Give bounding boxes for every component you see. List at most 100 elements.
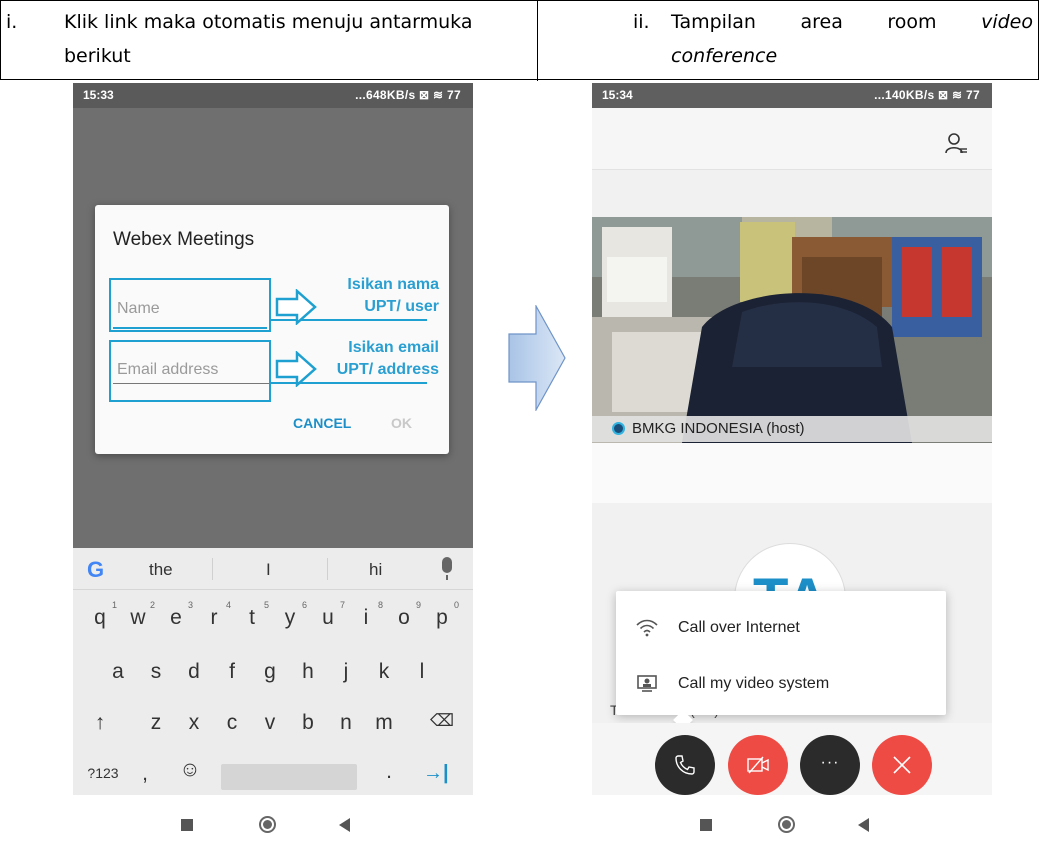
key[interactable]: v bbox=[253, 711, 287, 735]
android-nav-bar bbox=[73, 795, 473, 859]
instruction-table: i. Klik link maka otomatis menuju antarm… bbox=[0, 0, 1039, 81]
dialog-title: Webex Meetings bbox=[113, 229, 255, 250]
key[interactable]: i8 bbox=[349, 600, 383, 630]
key[interactable]: m bbox=[367, 711, 401, 735]
status-time: 15:34 bbox=[602, 88, 633, 102]
status-bar: 15:34 ...140KB/s ⊠ ≋ 77 bbox=[592, 83, 992, 108]
menu-item-label: Call my video system bbox=[678, 675, 830, 692]
key[interactable]: k bbox=[367, 660, 401, 684]
email-hint-line2: UPT/ address bbox=[336, 361, 439, 378]
status-bar: 15:33 ...648KB/s ⊠ ≋ 77 bbox=[73, 83, 473, 108]
recents-icon[interactable] bbox=[700, 819, 712, 831]
email-hint: Isikan email UPT/ address bbox=[321, 337, 439, 381]
recents-icon[interactable] bbox=[181, 819, 193, 831]
enter-key[interactable]: →| bbox=[423, 762, 449, 785]
google-icon[interactable]: G bbox=[87, 557, 104, 583]
keyboard-row-4: ?123 , ☺ . →| bbox=[73, 748, 473, 798]
key[interactable]: h bbox=[291, 660, 325, 684]
key[interactable]: x bbox=[177, 711, 211, 735]
leave-meeting-button[interactable] bbox=[872, 735, 932, 795]
suggestion[interactable]: I bbox=[266, 560, 271, 580]
name-input[interactable]: Name bbox=[117, 300, 160, 318]
stage-gap bbox=[592, 443, 992, 503]
keyboard-row-2: a s d f g h j k l bbox=[73, 650, 473, 700]
email-underline bbox=[113, 383, 269, 384]
key[interactable]: t5 bbox=[235, 600, 269, 630]
step-number-1: i. bbox=[6, 11, 18, 33]
period-key[interactable]: . bbox=[379, 760, 399, 784]
home-icon[interactable] bbox=[778, 816, 795, 833]
step-text-1-line1: Klik link maka otomatis menuju antarmuka bbox=[64, 11, 473, 33]
menu-item-label: Call over Internet bbox=[678, 619, 800, 636]
name-hint-line1: Isikan nama bbox=[347, 276, 439, 293]
step-number-2: ii. bbox=[633, 11, 650, 33]
microphone-icon[interactable] bbox=[442, 557, 452, 580]
key[interactable]: u7 bbox=[311, 600, 345, 630]
office-video-image bbox=[592, 217, 992, 443]
key[interactable]: n bbox=[329, 711, 363, 735]
key[interactable]: s bbox=[139, 660, 173, 684]
key[interactable]: f bbox=[215, 660, 249, 684]
webex-join-dialog: Webex Meetings Name Email address Isikan… bbox=[95, 205, 449, 454]
step-word: Tampilan bbox=[671, 11, 756, 33]
key[interactable]: j bbox=[329, 660, 363, 684]
host-status-icon bbox=[612, 422, 625, 435]
participants-icon[interactable] bbox=[944, 132, 968, 156]
step-text-1: Klik link maka otomatis menuju antarmuka… bbox=[64, 5, 534, 73]
key[interactable]: e3 bbox=[159, 600, 193, 630]
key[interactable]: y6 bbox=[273, 600, 307, 630]
more-icon: ··· bbox=[820, 754, 840, 771]
key[interactable]: l bbox=[405, 660, 439, 684]
step-text-2-line1: Tampilan area room video bbox=[671, 5, 1033, 39]
key[interactable]: d bbox=[177, 660, 211, 684]
arrow-right-icon bbox=[275, 289, 317, 325]
comma-key[interactable]: , bbox=[135, 762, 155, 786]
space-key[interactable] bbox=[221, 764, 357, 790]
back-icon[interactable] bbox=[858, 818, 869, 832]
phone-screenshot-join-dialog: 15:33 ...648KB/s ⊠ ≋ 77 Webex Meetings N… bbox=[73, 83, 473, 859]
close-icon bbox=[893, 756, 911, 774]
audio-connection-menu: Call over Internet Call my video system bbox=[616, 591, 946, 730]
shift-key[interactable]: ↑ bbox=[83, 711, 117, 735]
menu-item-call-over-internet[interactable]: Call over Internet bbox=[616, 601, 946, 655]
symbols-key[interactable]: ?123 bbox=[83, 765, 123, 781]
menu-item-call-my-video-system[interactable]: Call my video system bbox=[616, 657, 946, 711]
home-icon[interactable] bbox=[259, 816, 276, 833]
more-options-button[interactable]: ··· bbox=[800, 735, 860, 795]
backspace-key[interactable]: ⌫ bbox=[425, 711, 459, 731]
audio-call-button[interactable] bbox=[655, 735, 715, 795]
status-indicators: ...140KB/s ⊠ ≋ 77 bbox=[874, 88, 980, 102]
key[interactable]: z bbox=[139, 711, 173, 735]
host-name: BMKG INDONESIA (host) bbox=[632, 420, 805, 437]
arrow-right-icon bbox=[275, 351, 317, 387]
key[interactable]: o9 bbox=[387, 600, 421, 630]
key[interactable]: w2 bbox=[121, 600, 155, 630]
keyboard-row-3: ↑ z x c v b n m ⌫ bbox=[73, 701, 473, 751]
host-name-label: BMKG INDONESIA (host) bbox=[592, 416, 992, 442]
wifi-icon bbox=[636, 619, 658, 637]
video-toggle-button[interactable] bbox=[728, 735, 788, 795]
key[interactable]: p0 bbox=[425, 600, 459, 630]
back-icon[interactable] bbox=[339, 818, 350, 832]
ok-button[interactable]: OK bbox=[391, 415, 412, 431]
name-underline bbox=[113, 327, 267, 329]
step-word: video bbox=[981, 11, 1033, 33]
email-input[interactable]: Email address bbox=[117, 361, 218, 379]
suggestion[interactable]: hi bbox=[369, 560, 382, 580]
step-word: area bbox=[800, 11, 843, 33]
phone-icon bbox=[675, 755, 695, 775]
cancel-button[interactable]: CANCEL bbox=[293, 415, 351, 431]
emoji-icon[interactable]: ☺ bbox=[173, 758, 207, 782]
key[interactable]: c bbox=[215, 711, 249, 735]
suggestion-bar: G the I hi bbox=[73, 548, 473, 590]
key[interactable]: g bbox=[253, 660, 287, 684]
soft-keyboard: G the I hi q1 w2 e3 r4 t5 y6 u7 i8 o9 p0… bbox=[73, 548, 473, 795]
key[interactable]: a bbox=[101, 660, 135, 684]
video-off-icon bbox=[747, 756, 769, 774]
suggestion[interactable]: the bbox=[149, 560, 173, 580]
key[interactable]: b bbox=[291, 711, 325, 735]
key[interactable]: r4 bbox=[197, 600, 232, 630]
key[interactable]: q1 bbox=[83, 600, 117, 630]
step-cell-2: ii. Tampilan area room video conference bbox=[538, 1, 1038, 81]
divider bbox=[327, 558, 328, 580]
